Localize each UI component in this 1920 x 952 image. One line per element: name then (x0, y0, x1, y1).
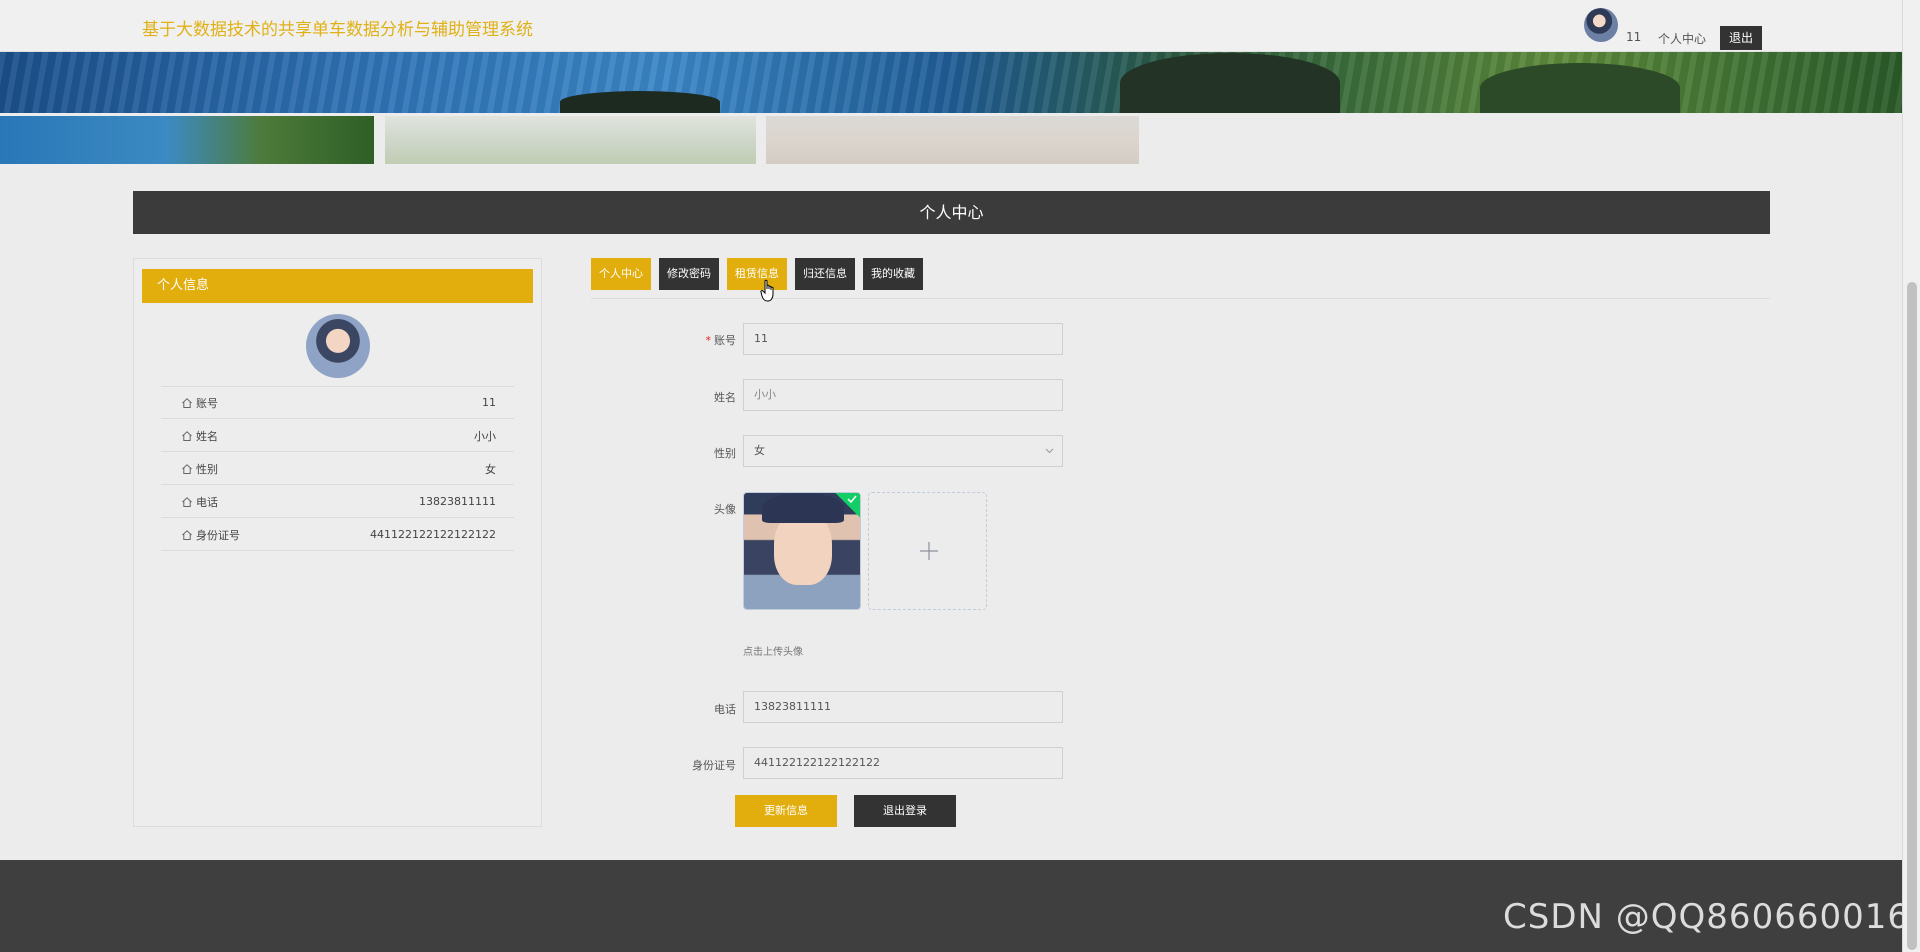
profile-info-value: 441122122122122122 (370, 528, 496, 541)
profile-info-row: 性别 女 (161, 452, 514, 485)
profile-info-row: 电话 13823811111 (161, 485, 514, 518)
profile-info-value: 11 (482, 396, 496, 409)
profile-info-value: 小小 (474, 429, 496, 443)
page-scrollbar[interactable] (1902, 0, 1920, 952)
id-number-field[interactable]: 441122122122122122 (743, 747, 1063, 779)
profile-info-label: 性别 (196, 462, 218, 476)
profile-tabs: 个人中心 修改密码 租赁信息 归还信息 我的收藏 (591, 258, 923, 290)
profile-card: 个人信息 账号 11 姓名 小小 性别 女 电话 13823811111 身份证… (133, 258, 542, 827)
logout-button[interactable]: 退出 (1720, 26, 1762, 50)
account-field[interactable]: 11 (743, 323, 1063, 355)
gender-select[interactable]: 女 (743, 435, 1063, 467)
home-icon (182, 397, 192, 408)
tab-return-info[interactable]: 归还信息 (795, 258, 855, 290)
profile-info-row: 账号 11 (161, 386, 514, 419)
profile-avatar (306, 314, 370, 378)
account-label: * 账号 (705, 334, 737, 347)
avatar-label: 头像 (714, 503, 736, 516)
avatar-upload-hint: 点击上传头像 (743, 647, 803, 658)
page-title: 个人中心 (133, 191, 1770, 234)
avatar-cap (762, 493, 844, 523)
tab-change-password[interactable]: 修改密码 (659, 258, 719, 290)
update-info-button[interactable]: 更新信息 (735, 795, 837, 827)
profile-info-row: 身份证号 441122122122122122 (161, 518, 514, 551)
home-icon (182, 496, 192, 507)
profile-info-label: 姓名 (196, 429, 218, 443)
chevron-down-icon (1045, 448, 1054, 454)
top-navbar: 基于大数据技术的共享单车数据分析与辅助管理系统 11 个人中心 退出 (0, 0, 1902, 52)
personal-center-link[interactable]: 个人中心 (1658, 30, 1706, 47)
logout-account-button[interactable]: 退出登录 (854, 795, 956, 827)
home-icon (182, 529, 192, 540)
hero-banner (0, 52, 1902, 113)
hand-pointer-icon (760, 279, 774, 302)
profile-info-row: 姓名 小小 (161, 419, 514, 452)
phone-label: 电话 (714, 703, 736, 716)
home-icon (182, 463, 192, 474)
profile-info-label: 身份证号 (196, 528, 240, 542)
avatar-upload-button[interactable] (868, 492, 987, 610)
profile-card-heading: 个人信息 (142, 269, 533, 303)
profile-info-label: 账号 (196, 396, 218, 410)
tab-personal-center[interactable]: 个人中心 (591, 258, 651, 290)
banner-rock (1480, 63, 1680, 113)
phone-field[interactable]: 13823811111 (743, 691, 1063, 723)
username-label: 11 (1626, 30, 1642, 44)
tab-my-favorites[interactable]: 我的收藏 (863, 258, 923, 290)
check-icon (847, 495, 857, 504)
avatar-preview[interactable] (743, 492, 861, 610)
id-number-label: 身份证号 (692, 759, 736, 772)
name-label: 姓名 (714, 391, 736, 404)
profile-info-value: 女 (485, 462, 496, 476)
banner-thumbnail[interactable] (766, 116, 1139, 164)
watermark: CSDN @QQ860660016 (1503, 897, 1910, 937)
plus-icon (920, 542, 938, 560)
tab-rental-info[interactable]: 租赁信息 (727, 258, 787, 290)
banner-rock (1120, 53, 1340, 113)
profile-info-label: 电话 (196, 495, 218, 509)
profile-info-value: 13823811111 (419, 495, 496, 508)
profile-info-list: 账号 11 姓名 小小 性别 女 电话 13823811111 身份证号 441… (161, 386, 514, 551)
banner-rock (560, 91, 720, 113)
site-title[interactable]: 基于大数据技术的共享单车数据分析与辅助管理系统 (142, 15, 533, 40)
banner-thumbnail[interactable] (0, 116, 374, 164)
banner-thumbnail[interactable] (385, 116, 756, 164)
name-field[interactable]: 小小 (743, 379, 1063, 411)
gender-label: 性别 (714, 447, 736, 460)
home-icon (182, 430, 192, 441)
user-avatar[interactable] (1584, 8, 1618, 42)
scrollbar-thumb[interactable] (1907, 282, 1917, 950)
gender-select-value: 女 (754, 444, 765, 457)
